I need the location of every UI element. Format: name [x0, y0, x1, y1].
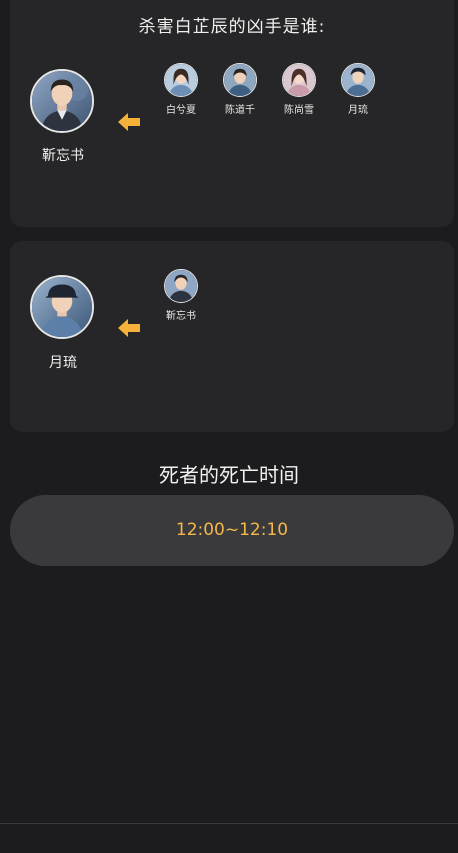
choice-avatar-1[interactable] — [164, 269, 198, 303]
main-suspect-name: 月琉 — [49, 355, 77, 371]
male-suspect-avatar-icon — [342, 64, 374, 96]
bottom-divider — [0, 823, 458, 824]
choice-avatar-4[interactable] — [341, 63, 375, 97]
question-title: 杀害白芷辰的凶手是谁: — [138, 17, 326, 37]
choice-avatar-3[interactable] — [282, 63, 316, 97]
female-suspect-avatar-icon — [283, 64, 315, 96]
murderer-vote-card-2: 月琉 靳忘书 — [10, 241, 454, 432]
choice-name-3: 陈尚雪 — [284, 105, 314, 116]
main-suspect-name: 靳忘书 — [42, 148, 84, 164]
male-suspect-avatar-icon — [224, 64, 256, 96]
arrow-left-icon — [118, 113, 140, 131]
choice-avatar-1[interactable] — [164, 63, 198, 97]
choice-name-4: 月琉 — [348, 105, 368, 116]
male-suspect-avatar-icon — [32, 71, 92, 131]
arrow-left-icon — [118, 319, 140, 337]
main-suspect-avatar[interactable] — [30, 275, 94, 339]
choice-name-1: 靳忘书 — [166, 311, 196, 322]
murderer-vote-card-1: 杀害白芷辰的凶手是谁: 靳忘书 白兮夏 陈道千 陈尚雪 月琉 — [10, 0, 454, 227]
main-suspect-avatar[interactable] — [30, 69, 94, 133]
death-time-value: 12:00~12:10 — [175, 520, 289, 540]
choice-avatar-2[interactable] — [223, 63, 257, 97]
death-time-title: 死者的死亡时间 — [159, 463, 299, 487]
male-suspect-avatar-icon — [32, 277, 92, 337]
choice-name-1: 白兮夏 — [166, 105, 196, 116]
female-suspect-avatar-icon — [165, 64, 197, 96]
choice-name-2: 陈道千 — [225, 105, 255, 116]
male-suspect-avatar-icon — [165, 270, 197, 302]
death-time-pill: 12:00~12:10 — [10, 495, 454, 566]
